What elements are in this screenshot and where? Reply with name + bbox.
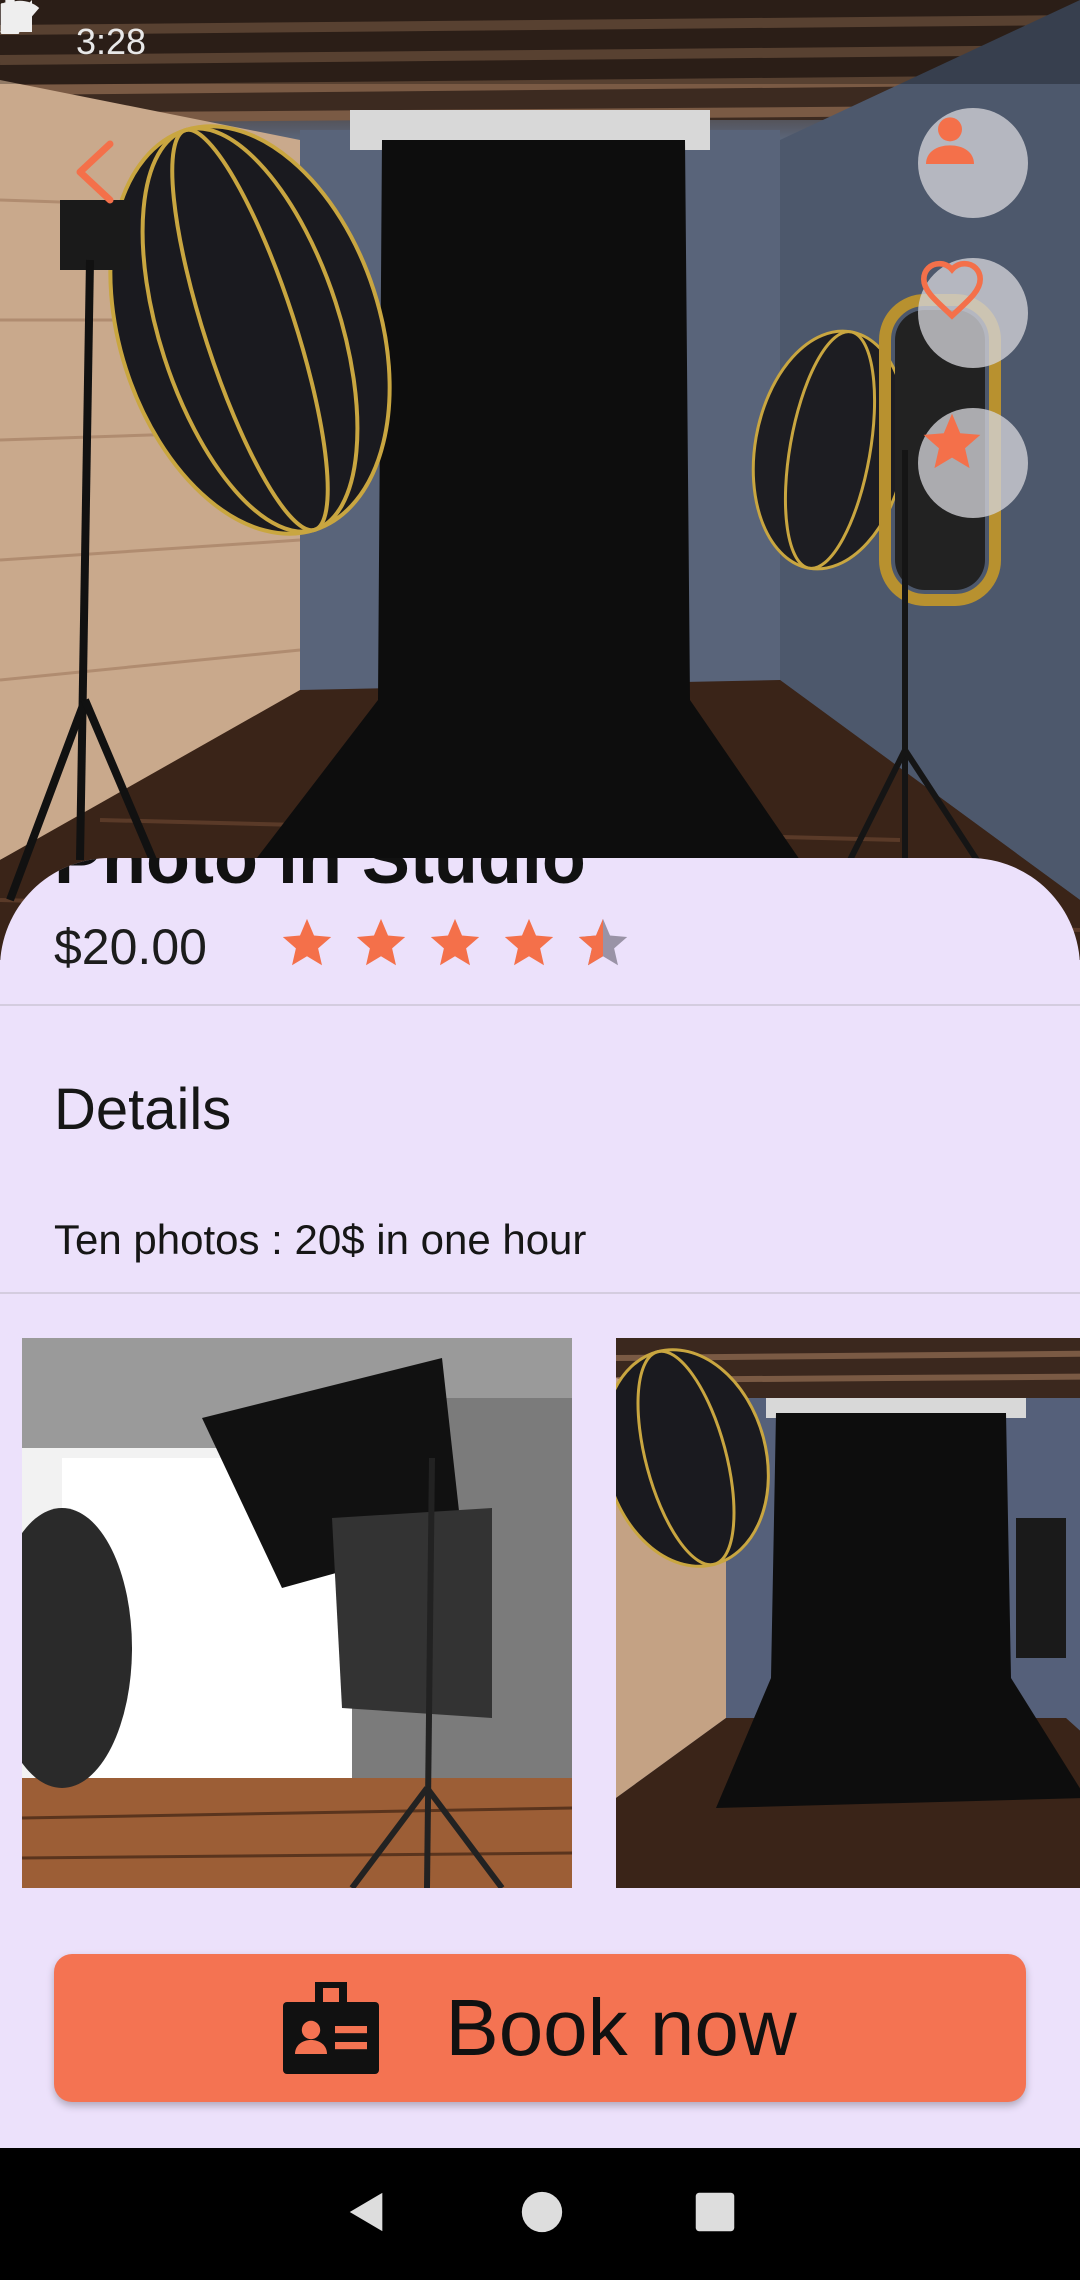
photo-gallery[interactable] xyxy=(22,1338,1080,1888)
divider xyxy=(0,1292,1080,1294)
star-icon xyxy=(356,918,406,966)
gmail-icon xyxy=(2,3,330,59)
gallery-image-softbox[interactable] xyxy=(22,1338,572,1888)
back-button[interactable] xyxy=(72,140,132,210)
chevron-left-icon xyxy=(76,140,114,204)
star-icon xyxy=(923,413,981,469)
profile-button[interactable] xyxy=(918,108,1028,218)
settings-icon xyxy=(4,4,214,59)
rate-button[interactable] xyxy=(918,408,1028,518)
profile-icon xyxy=(926,117,974,164)
hero-studio-photo: 3:28 A xyxy=(0,0,1080,960)
details-sheet: Photo in Studio $20.00 Details Ten photo… xyxy=(0,858,1080,2148)
back-triangle-icon[interactable] xyxy=(344,2189,390,2240)
star-half-icon xyxy=(578,918,628,966)
star-icon xyxy=(504,918,554,966)
star-icon xyxy=(282,918,332,966)
listing-title: Photo in Studio xyxy=(54,858,586,899)
keyboard-a-icon: A xyxy=(2,2,272,59)
favorite-button[interactable] xyxy=(918,258,1028,368)
details-text: Ten photos : 20$ in one hour xyxy=(54,1216,587,1263)
book-now-label: Book now xyxy=(445,1983,797,2072)
gallery-image-backdrop[interactable] xyxy=(616,1338,1080,1888)
rating-stars xyxy=(278,914,632,972)
divider xyxy=(0,1004,1080,1006)
home-circle-icon[interactable] xyxy=(520,2190,564,2239)
listing-price: $20.00 xyxy=(54,919,207,975)
recents-square-icon[interactable] xyxy=(694,2191,736,2238)
id-badge-icon xyxy=(283,1982,380,2074)
details-heading: Details xyxy=(54,1077,232,1142)
heart-outline-icon xyxy=(920,260,984,320)
system-nav-bar xyxy=(0,2148,1080,2280)
status-bar: 3:28 A xyxy=(0,0,1080,84)
book-now-button[interactable]: Book now xyxy=(54,1954,1026,2102)
star-icon xyxy=(430,918,480,966)
status-time: 3:28 xyxy=(76,21,147,62)
